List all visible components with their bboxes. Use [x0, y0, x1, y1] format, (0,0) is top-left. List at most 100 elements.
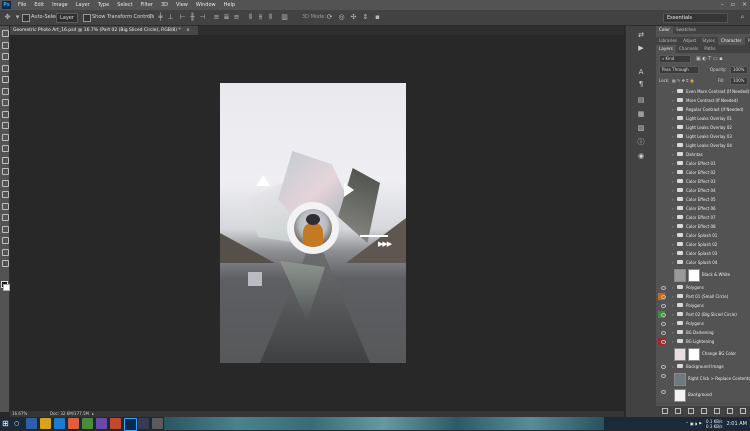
expand-arrow-icon[interactable]: ›	[672, 141, 674, 150]
align-center-icon[interactable]: ╫	[188, 13, 197, 22]
tray-icons[interactable]: ⌃ ▣ ◗ ⚑	[685, 421, 702, 426]
eraser-tool-icon[interactable]	[2, 145, 9, 152]
pen-tool-icon[interactable]	[2, 191, 9, 198]
layer-visibility-toggle[interactable]	[658, 293, 666, 300]
layer-visibility-toggle[interactable]	[658, 160, 665, 167]
app-icon[interactable]	[138, 418, 149, 429]
3d-pan-icon[interactable]: ✣	[349, 13, 358, 22]
new-layer-icon[interactable]	[727, 408, 733, 414]
expand-arrow-icon[interactable]: ›	[672, 337, 674, 346]
3d-slide-icon[interactable]: ⇕	[361, 13, 370, 22]
auto-select-checkbox[interactable]	[22, 14, 30, 22]
layer-visibility-toggle[interactable]	[658, 311, 666, 318]
minimize-icon[interactable]: –	[721, 1, 724, 9]
tab-channels[interactable]: Channels	[676, 45, 701, 53]
more-tool-icon[interactable]	[2, 260, 9, 267]
brush-tool-icon[interactable]	[2, 110, 9, 118]
menu-select[interactable]: Select	[113, 1, 136, 9]
expand-arrow-icon[interactable]: ›	[672, 231, 674, 240]
layer-visibility-toggle[interactable]	[658, 106, 665, 113]
expand-arrow-icon[interactable]: ›	[672, 186, 674, 195]
distribute-icon[interactable]: ≡	[212, 13, 221, 22]
hand-tool-icon[interactable]	[2, 237, 9, 244]
align-right-icon[interactable]: ⊣	[198, 13, 207, 22]
zoom-tool-icon[interactable]	[2, 248, 9, 256]
expand-arrow-icon[interactable]: ›	[672, 87, 674, 96]
layer-visibility-toggle[interactable]	[658, 169, 665, 176]
character-icon[interactable]: A	[636, 68, 646, 77]
distribute-middle-icon[interactable]: ≣	[222, 13, 231, 22]
close-icon[interactable]: ×	[742, 1, 747, 9]
auto-select-dropdown[interactable]: Layer	[56, 13, 78, 23]
history-icon[interactable]: ⇄	[636, 31, 646, 40]
expand-arrow-icon[interactable]: ›	[672, 222, 674, 231]
path-select-tool-icon[interactable]	[2, 214, 9, 221]
layer-visibility-toggle[interactable]	[658, 205, 665, 212]
quick-select-tool-icon[interactable]	[2, 64, 9, 72]
close-tab-icon[interactable]: ×	[186, 28, 190, 33]
app-icon[interactable]	[110, 418, 121, 429]
expand-arrow-icon[interactable]: ›	[672, 150, 674, 159]
3d-scale-icon[interactable]: ▪	[373, 13, 382, 22]
layer-visibility-toggle[interactable]	[658, 133, 665, 140]
layer-visibility-toggle[interactable]	[658, 196, 665, 203]
distribute-bottom-icon[interactable]: ≡	[232, 13, 241, 22]
align-middle-icon[interactable]: ╪	[156, 13, 165, 22]
workspace-switcher[interactable]: Essentials	[663, 13, 728, 23]
photoshop-taskbar-icon[interactable]	[124, 418, 137, 431]
windows-start-icon[interactable]: ⊞	[2, 419, 11, 428]
lock-icons[interactable]: ▦ ✎ ✥ ⌗ 🔒	[672, 77, 695, 85]
tab-character[interactable]: Character	[717, 37, 745, 45]
expand-arrow-icon[interactable]: ›	[672, 159, 674, 168]
menu-view[interactable]: View	[172, 1, 192, 9]
info-icon[interactable]: ⓘ	[636, 138, 646, 147]
tool-preset-arrow-icon[interactable]: ▾	[13, 13, 22, 22]
align-left-icon[interactable]: ⊢	[178, 13, 187, 22]
crop-tool-icon[interactable]	[2, 76, 9, 83]
eyedropper-tool-icon[interactable]	[2, 87, 9, 95]
layer-visibility-toggle[interactable]	[658, 363, 666, 370]
layer-row[interactable]: Change BG Color	[656, 346, 750, 363]
layer-style-icon[interactable]	[675, 408, 681, 414]
layer-visibility-toggle[interactable]	[658, 97, 665, 104]
menu-file[interactable]: File	[14, 1, 30, 9]
trash-icon[interactable]	[740, 408, 746, 414]
history-brush-tool-icon[interactable]	[2, 133, 9, 141]
3d-rotate-icon[interactable]: ⟳	[325, 13, 334, 22]
expand-arrow-icon[interactable]: ›	[672, 96, 674, 105]
tab-libraries[interactable]: Libraries	[656, 37, 680, 45]
expand-arrow-icon[interactable]: ›	[672, 301, 674, 310]
shape-tool-icon[interactable]	[2, 225, 9, 233]
canvas-area[interactable]: ▶▶▶	[10, 35, 624, 411]
distribute-left-icon[interactable]: ⫴	[246, 13, 255, 22]
layer-visibility-toggle[interactable]	[658, 338, 666, 345]
menu-layer[interactable]: Layer	[72, 1, 94, 9]
layer-row[interactable]: Background	[656, 387, 750, 404]
3d-roll-icon[interactable]: ◎	[337, 13, 346, 22]
blur-tool-icon[interactable]	[2, 168, 9, 175]
layer-visibility-toggle[interactable]	[658, 347, 665, 354]
move-tool-icon[interactable]: ✥	[3, 13, 12, 22]
expand-arrow-icon[interactable]: ›	[672, 168, 674, 177]
app-icon[interactable]	[152, 418, 163, 429]
expand-arrow-icon[interactable]: ›	[672, 123, 674, 132]
adjustments-icon[interactable]: ▦	[636, 110, 646, 119]
layer-row[interactable]: Right Click > Replace Contents	[656, 371, 750, 388]
transform-controls-checkbox[interactable]	[83, 14, 91, 22]
marquee-tool-icon[interactable]	[2, 41, 9, 49]
expand-arrow-icon[interactable]: ›	[672, 240, 674, 249]
tab-color[interactable]: Color	[656, 26, 673, 34]
link-layers-icon[interactable]	[662, 408, 668, 414]
document-canvas[interactable]: ▶▶▶	[220, 83, 406, 363]
layer-visibility-toggle[interactable]	[658, 268, 665, 275]
background-color-swatch[interactable]	[3, 284, 10, 291]
align-bottom-icon[interactable]: ⊥	[166, 13, 175, 22]
layer-visibility-toggle[interactable]	[658, 372, 666, 379]
new-group-icon[interactable]	[714, 408, 720, 414]
layer-visibility-toggle[interactable]	[658, 302, 666, 309]
task-view-icon[interactable]	[26, 418, 37, 429]
expand-arrow-icon[interactable]: ›	[672, 204, 674, 213]
tab-styles[interactable]: Styles	[699, 37, 718, 45]
layer-visibility-toggle[interactable]	[658, 151, 665, 158]
expand-arrow-icon[interactable]: ›	[672, 292, 674, 301]
